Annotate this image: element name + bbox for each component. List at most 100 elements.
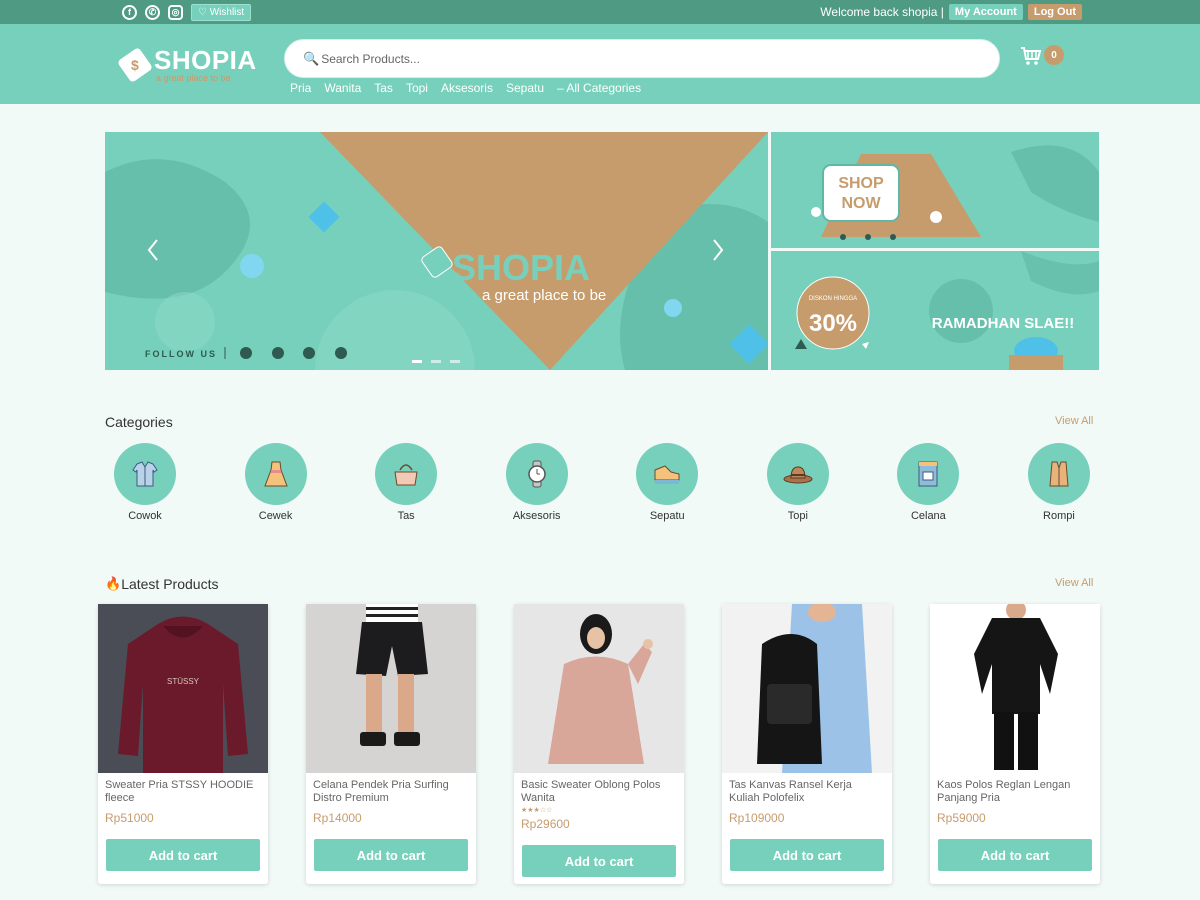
category-aksesoris[interactable]: Aksesoris xyxy=(497,443,577,522)
instagram-icon[interactable]: ◎ xyxy=(168,4,183,20)
category-tas[interactable]: Tas xyxy=(366,443,446,522)
category-celana[interactable]: Celana xyxy=(888,443,968,522)
category-label: Topi xyxy=(787,510,808,522)
product-price: Rp51000 xyxy=(105,811,154,825)
top-bar-left: f ✆ ◎ ♡ Wishlist xyxy=(122,3,252,21)
wishlist-button[interactable]: ♡ Wishlist xyxy=(191,3,252,21)
add-to-cart-button[interactable]: Add to cart xyxy=(938,839,1092,871)
whatsapp-icon[interactable]: ✆ xyxy=(145,4,160,20)
svg-text:a great place to be: a great place to be xyxy=(482,287,606,304)
welcome-text: Welcome back shopia | xyxy=(820,5,944,19)
categories-view-all-link[interactable]: View All xyxy=(1055,415,1093,427)
category-label: Cewek xyxy=(258,510,293,522)
svg-text:SHOPIA: SHOPIA xyxy=(452,247,590,288)
svg-text:SHOP: SHOP xyxy=(838,175,884,192)
hero-banner-graphic: SHOPIA a great place to be FOLLOW US xyxy=(105,132,768,370)
product-price: Rp109000 xyxy=(729,811,785,825)
header: $ SHOPIA a great place to be 🔍 Pria Wani… xyxy=(0,24,1200,104)
svg-text:STÜSSY: STÜSSY xyxy=(167,677,200,686)
search-bar: 🔍 xyxy=(284,39,1000,78)
nav-link-pria[interactable]: Pria xyxy=(290,81,311,95)
facebook-icon[interactable]: f xyxy=(122,4,137,20)
pants-icon xyxy=(897,443,960,505)
watch-icon xyxy=(505,443,568,505)
svg-text:30%: 30% xyxy=(809,310,857,337)
category-sepatu[interactable]: Sepatu xyxy=(627,443,707,522)
logo[interactable]: $ SHOPIA a great place to be xyxy=(116,45,257,84)
product-card[interactable]: Kaos Polos Reglan Lengan Panjang Pria Rp… xyxy=(930,604,1100,884)
category-label: Aksesoris xyxy=(512,510,561,522)
product-image[interactable] xyxy=(930,604,1100,773)
product-card[interactable]: STÜSSY Sweater Pria STSSY HOODIE fleece … xyxy=(98,604,268,884)
add-to-cart-button[interactable]: Add to cart xyxy=(106,839,260,871)
promo-banner-ramadhan[interactable]: DISKON HINGGA 30% RAMADHAN SLAE!! xyxy=(771,251,1099,370)
top-bar-right: Welcome back shopia | My Account Log Out xyxy=(820,4,1082,20)
product-image[interactable]: STÜSSY xyxy=(98,604,268,773)
product-price: Rp29600 xyxy=(521,817,570,831)
svg-text:NOW: NOW xyxy=(841,195,881,212)
product-image[interactable] xyxy=(514,604,684,773)
bag-icon xyxy=(375,443,438,505)
categories-title: Categories xyxy=(105,414,173,430)
product-name[interactable]: Basic Sweater Oblong Polos Wanita xyxy=(521,779,677,805)
search-icon: 🔍 xyxy=(303,50,320,66)
category-label: Cowok xyxy=(128,510,162,522)
product-price: Rp14000 xyxy=(313,811,362,825)
vest-icon xyxy=(1027,443,1090,505)
logo-tag-icon: $ xyxy=(116,46,154,84)
cart-button[interactable]: 0 xyxy=(1020,45,1064,66)
category-topi[interactable]: Topi xyxy=(758,443,838,522)
category-cewek[interactable]: Cewek xyxy=(236,443,316,522)
shoe-icon xyxy=(636,443,699,505)
search-input[interactable] xyxy=(321,51,922,66)
latest-products-heading: 🔥 Latest Products xyxy=(105,576,218,592)
nav-link-wanita[interactable]: Wanita xyxy=(324,81,361,95)
latest-view-all-link[interactable]: View All xyxy=(1055,577,1093,589)
product-image[interactable] xyxy=(722,604,892,773)
top-bar: f ✆ ◎ ♡ Wishlist Welcome back shopia | M… xyxy=(0,0,1200,24)
product-price: Rp59000 xyxy=(937,811,986,825)
product-name[interactable]: Tas Kanvas Ransel Kerja Kuliah Polofelix xyxy=(729,779,885,805)
nav-link-all-categories[interactable]: – All Categories xyxy=(557,81,641,95)
category-label: Celana xyxy=(910,510,946,522)
cart-icon xyxy=(1021,47,1042,65)
svg-text:FOLLOW US: FOLLOW US xyxy=(145,349,217,359)
category-nav: Pria Wanita Tas Topi Aksesoris Sepatu – … xyxy=(290,81,641,95)
product-image[interactable] xyxy=(306,604,476,773)
product-card[interactable]: Celana Pendek Pria Surfing Distro Premiu… xyxy=(306,604,476,884)
category-label: Sepatu xyxy=(649,510,685,522)
product-name[interactable]: Sweater Pria STSSY HOODIE fleece xyxy=(105,779,261,805)
category-cowok[interactable]: Cowok xyxy=(105,443,185,522)
logo-text: SHOPIA xyxy=(154,45,257,75)
my-account-button[interactable]: My Account xyxy=(948,4,1023,20)
latest-products-title: Latest Products xyxy=(121,576,219,592)
cart-count-badge: 0 xyxy=(1044,45,1064,65)
product-name[interactable]: Celana Pendek Pria Surfing Distro Premiu… xyxy=(313,779,469,805)
add-to-cart-button[interactable]: Add to cart xyxy=(730,839,884,871)
product-grid: STÜSSY Sweater Pria STSSY HOODIE fleece … xyxy=(98,604,1100,884)
svg-text:RAMADHAN SLAE!!: RAMADHAN SLAE!! xyxy=(932,315,1075,332)
hat-icon xyxy=(766,443,829,505)
category-label: Rompi xyxy=(1043,510,1075,522)
nav-link-aksesoris[interactable]: Aksesoris xyxy=(441,81,493,95)
fire-icon: 🔥 xyxy=(105,576,122,591)
svg-text:DISKON HINGGA: DISKON HINGGA xyxy=(809,296,857,302)
logout-button[interactable]: Log Out xyxy=(1027,4,1082,20)
nav-link-sepatu[interactable]: Sepatu xyxy=(506,81,544,95)
logo-tagline: a great place to be xyxy=(156,73,231,83)
nav-link-tas[interactable]: Tas xyxy=(374,81,393,95)
category-rompi[interactable]: Rompi xyxy=(1019,443,1099,522)
category-label: Tas xyxy=(397,510,415,522)
promo-banner-shop-now[interactable]: SHOP NOW xyxy=(771,132,1099,248)
dress-icon xyxy=(244,443,307,505)
product-card[interactable]: Tas Kanvas Ransel Kerja Kuliah Polofelix… xyxy=(722,604,892,884)
product-name[interactable]: Kaos Polos Reglan Lengan Panjang Pria xyxy=(937,779,1093,805)
add-to-cart-button[interactable]: Add to cart xyxy=(522,845,676,877)
nav-link-topi[interactable]: Topi xyxy=(406,81,428,95)
rating-stars: ★★★☆☆ xyxy=(521,807,553,814)
product-card[interactable]: Basic Sweater Oblong Polos Wanita ★★★☆☆ … xyxy=(514,604,684,884)
ramadhan-graphic: DISKON HINGGA 30% RAMADHAN SLAE!! xyxy=(795,251,1099,370)
shop-now-graphic: SHOP NOW xyxy=(811,145,1099,240)
add-to-cart-button[interactable]: Add to cart xyxy=(314,839,468,871)
hero-carousel[interactable]: SHOPIA a great place to be FOLLOW US xyxy=(105,132,768,370)
